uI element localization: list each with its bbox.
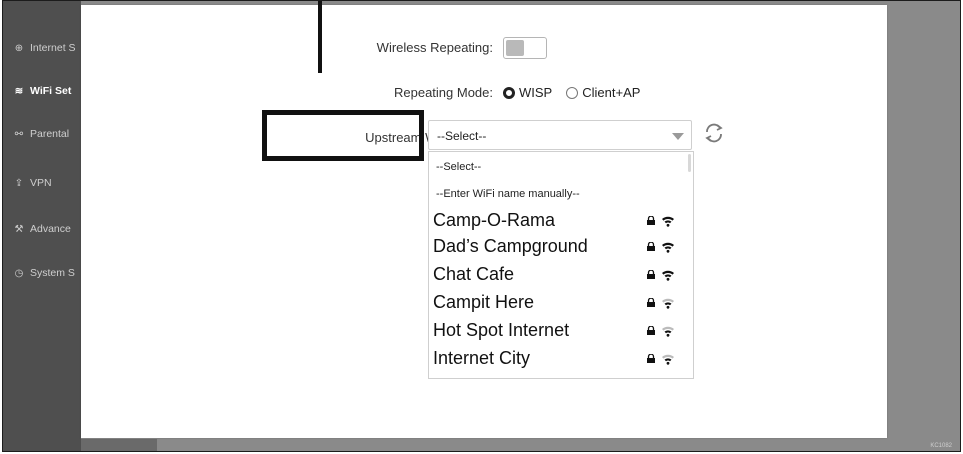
lock-icon <box>647 242 655 251</box>
toggle-knob <box>506 40 524 56</box>
sidebar-item-parental[interactable]: ⚯ Parental <box>13 124 83 144</box>
network-option[interactable]: Chat Cafe <box>433 264 688 289</box>
network-name: Dad’s Campground <box>433 236 588 256</box>
dropdown-scrollbar[interactable] <box>688 154 691 172</box>
wifi-signal-icon <box>662 326 674 337</box>
network-option[interactable]: Internet City <box>433 348 688 373</box>
settings-panel: Wireless Repeating: Repeating Mode: WISP… <box>81 1 887 438</box>
parental-icon: ⚯ <box>14 128 24 140</box>
callout-pointer-line <box>318 1 322 73</box>
network-option[interactable]: Campit Here <box>433 292 688 317</box>
callout-highlight-box <box>262 110 424 161</box>
lock-icon <box>647 270 655 279</box>
radio-wisp[interactable] <box>503 86 515 99</box>
sidebar-item-advanced[interactable]: ⚒ Advance <box>13 219 83 239</box>
network-name: Chat Cafe <box>433 264 515 284</box>
wrench-icon: ⚒ <box>14 223 24 235</box>
select-value: --Select-- <box>437 129 487 143</box>
radio-wisp-label[interactable]: WISP <box>519 85 552 100</box>
sidebar-item-label: System S <box>30 267 75 279</box>
network-name: Camp-O-Rama <box>433 210 556 230</box>
clock-icon: ◷ <box>14 267 24 279</box>
network-option[interactable]: Dad’s Campground <box>433 236 688 261</box>
chevron-down-icon <box>672 133 684 140</box>
radio-client-ap[interactable] <box>566 86 579 99</box>
lock-icon <box>647 354 655 363</box>
wifi-icon: ≋ <box>14 85 24 97</box>
network-option[interactable]: Hot Spot Internet <box>433 320 688 345</box>
network-option[interactable]: Camp-O-Rama <box>433 210 688 235</box>
sidebar-item-label: Internet S <box>30 42 76 54</box>
network-name: Internet City <box>433 348 531 368</box>
network-name: Campit Here <box>433 292 535 312</box>
bottom-strip <box>81 439 157 451</box>
option-select[interactable]: --Select-- <box>436 161 481 173</box>
sidebar-item-label: VPN <box>30 177 52 189</box>
wireless-repeating-label: Wireless Repeating: <box>376 40 493 55</box>
wifi-signal-icon <box>662 270 674 281</box>
upstream-wifi-dropdown: --Select-- --Enter WiFi name manually-- … <box>428 151 694 379</box>
wifi-signal-icon <box>662 354 674 365</box>
wifi-signal-icon <box>662 242 674 253</box>
wifi-signal-icon <box>662 216 674 227</box>
sidebar-item-system-settings[interactable]: ◷ System S <box>13 263 83 283</box>
refresh-icon[interactable] <box>702 121 726 145</box>
sidebar-item-wifi-settings[interactable]: ≋ WiFi Set <box>13 81 83 101</box>
sidebar-item-vpn[interactable]: ⇪ VPN <box>13 173 83 193</box>
sidebar-item-label: Parental <box>30 128 70 140</box>
network-name: Hot Spot Internet <box>433 320 570 340</box>
radio-client-ap-label[interactable]: Client+AP <box>582 85 640 100</box>
lock-icon <box>647 216 655 225</box>
sidebar-item-label: Advance <box>30 223 71 235</box>
upstream-wifi-select[interactable]: --Select-- <box>428 120 692 150</box>
sidebar-item-label: WiFi Set <box>30 85 72 97</box>
wifi-signal-icon <box>662 298 674 309</box>
sidebar: ⊕ Internet S ≋ WiFi Set ⚯ Parental ⇪ VPN… <box>3 1 83 451</box>
wireless-repeating-toggle[interactable] <box>503 37 547 59</box>
lock-icon <box>647 326 655 335</box>
sidebar-item-internet-settings[interactable]: ⊕ Internet S <box>13 38 83 58</box>
globe-icon: ⊕ <box>14 42 24 54</box>
lock-icon <box>647 298 655 307</box>
figure-code: KC1082 <box>930 443 952 449</box>
repeating-mode-label: Repeating Mode: <box>393 85 493 100</box>
router-admin-window: ⊕ Internet S ≋ WiFi Set ⚯ Parental ⇪ VPN… <box>2 0 961 452</box>
option-enter-manually[interactable]: --Enter WiFi name manually-- <box>436 188 580 200</box>
vpn-icon: ⇪ <box>14 177 24 189</box>
repeating-mode-radio-group: WISP Client+AP <box>503 85 654 100</box>
